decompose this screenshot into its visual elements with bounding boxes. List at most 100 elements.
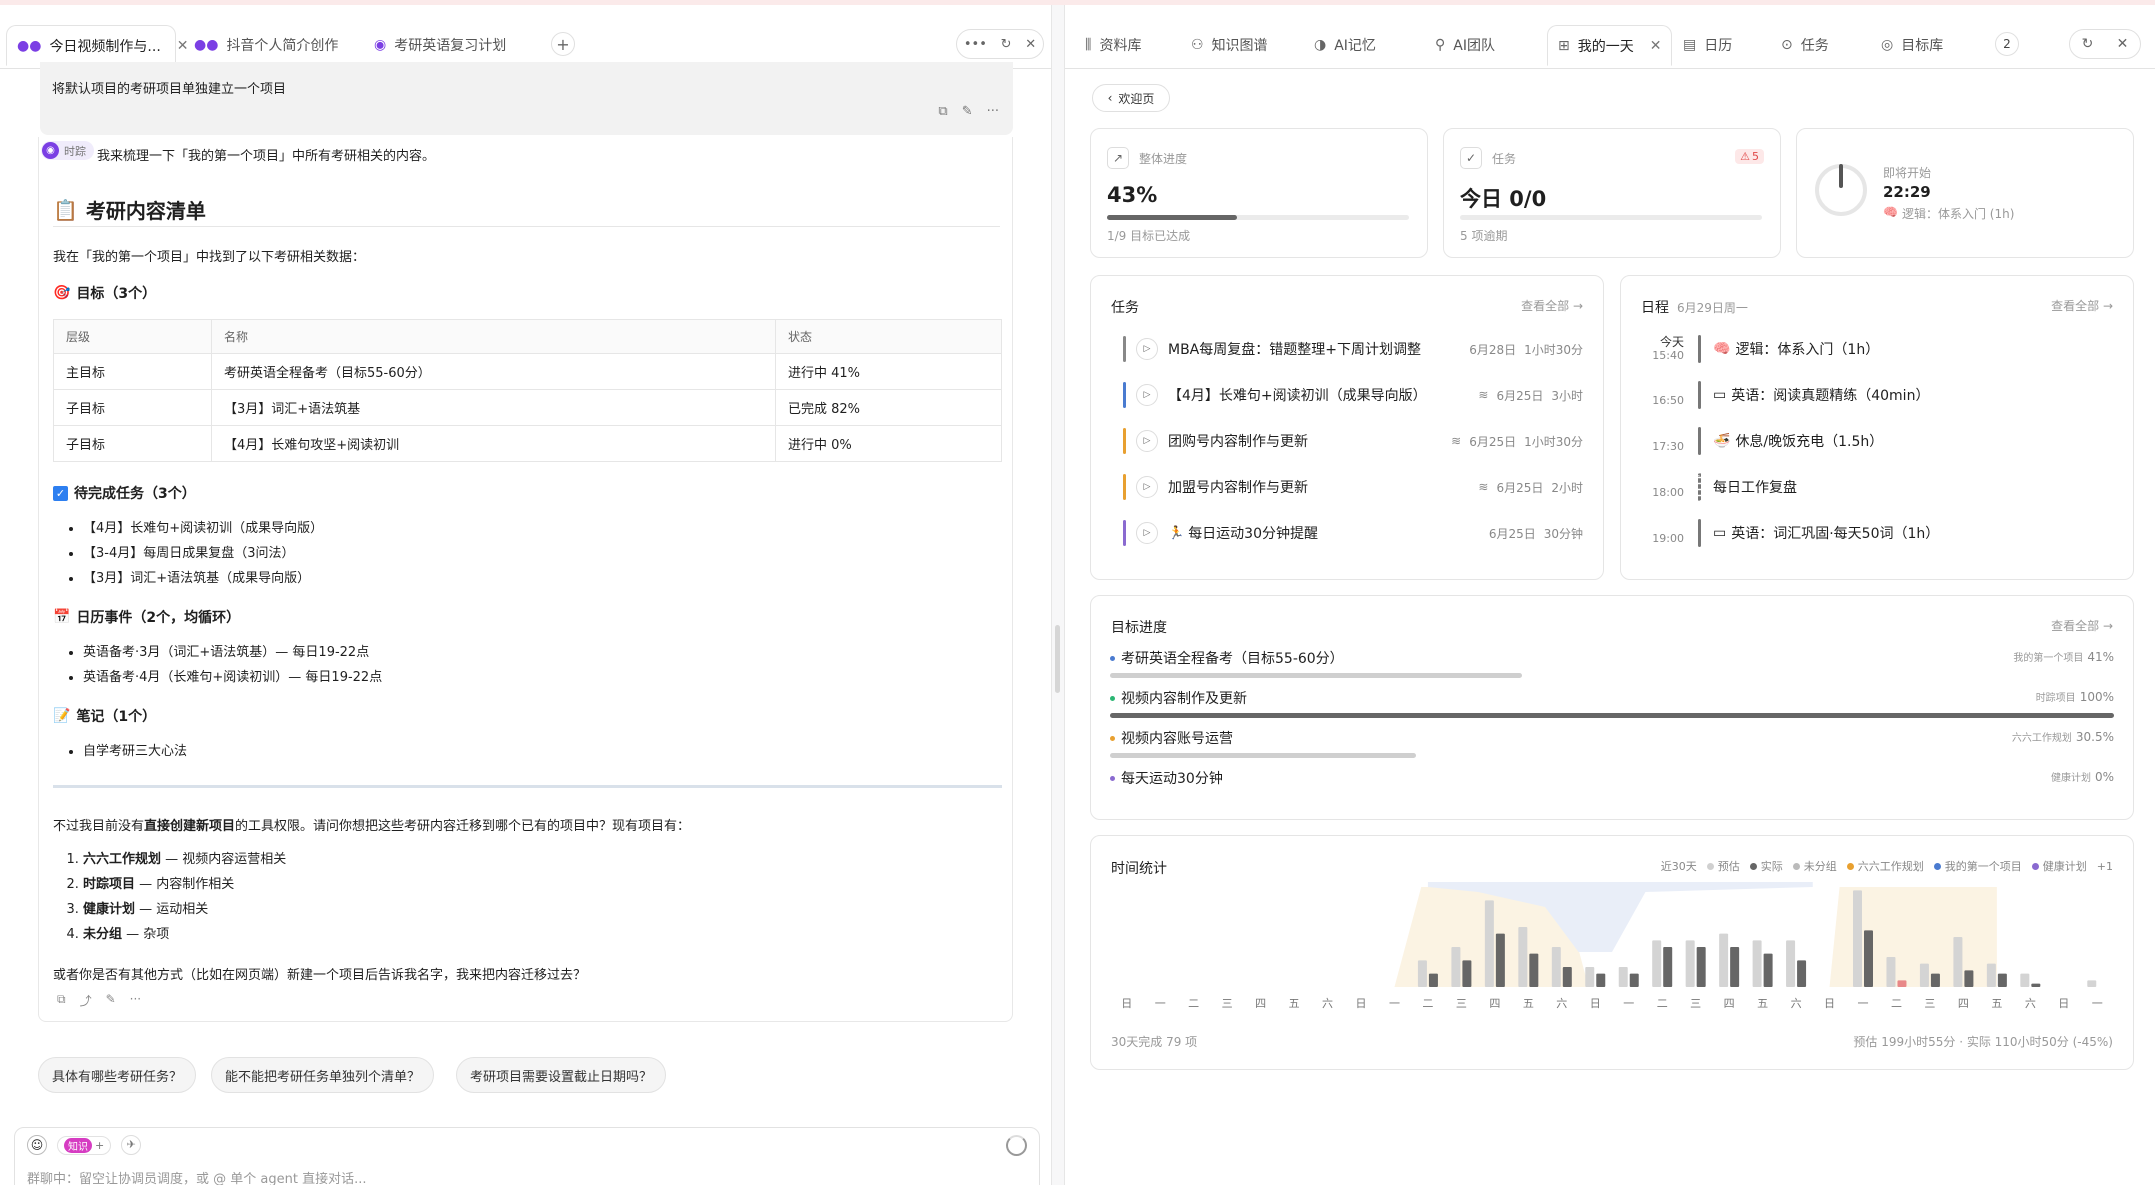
bar-estimate [1652, 940, 1662, 987]
view-all-link[interactable]: 查看全部 → [2051, 617, 2113, 634]
tab-chat-1[interactable]: ●● 今日视频制作与... ✕ [6, 25, 189, 66]
legend-item[interactable]: 未分组 [1792, 858, 1837, 874]
goal-bar [1110, 793, 2114, 798]
play-icon[interactable]: ▷ [1136, 384, 1158, 406]
back-button[interactable]: ‹ 欢迎页 [1092, 84, 1170, 112]
goal-percent: 100% [2079, 690, 2114, 704]
goal-item[interactable]: 每天运动30分钟 健康计划 0% [1110, 768, 2114, 808]
goal-item[interactable]: 视频内容账号运营 六六工作规划 30.5% [1110, 728, 2114, 768]
legend-item[interactable]: 预估 [1706, 858, 1740, 874]
legend-item[interactable]: +1 [2097, 860, 2113, 873]
bar-estimate [1417, 960, 1427, 987]
agent-tag[interactable]: 知识 + [57, 1135, 112, 1155]
refresh-icon[interactable]: ↻ [2082, 36, 2094, 52]
view-all-link[interactable]: 查看全部 → [2051, 297, 2113, 314]
close-icon[interactable]: ✕ [1650, 38, 1662, 54]
list-item: 时踪项目 — 内容制作相关 [83, 872, 286, 897]
close-icon[interactable]: ✕ [2117, 36, 2129, 52]
play-icon[interactable]: ▷ [1136, 522, 1158, 544]
play-icon[interactable]: ▷ [1136, 430, 1158, 452]
goal-fill [1110, 673, 1522, 678]
tab-library[interactable]: ⫼ 资料库 [1075, 25, 1151, 65]
list-item: 英语备考·3月（词汇+语法筑基）— 每日19-22点 [83, 640, 382, 665]
x-tick-label: 六 [1791, 997, 1802, 1010]
chat-input[interactable]: 群聊中：留空让协调员调度，或 @ 单个 agent 直接对话... [27, 1168, 366, 1185]
schedule-item[interactable]: 16:50 ▭ 英语：阅读真题精练（40min） [1640, 377, 2110, 413]
event-time: 15:40 [1652, 349, 1684, 362]
priority-bar [1123, 336, 1126, 362]
tab-ai-memory[interactable]: ◑ AI记忆 [1304, 25, 1386, 65]
schedule-item[interactable]: 18:00 每日工作复盘 [1640, 469, 2110, 505]
more-icon[interactable]: ••• [964, 37, 987, 52]
schedule-item[interactable]: 今天 15:40 🧠 逻辑：体系入门（1h） [1640, 331, 2110, 367]
task-name: 【4月】长难句+阅读初训（成果导向版） [1168, 388, 1427, 404]
schedule-item[interactable]: 17:30 🍜 休息/晚饭充电（1.5h） [1640, 423, 2110, 459]
tool-text: 不过我目前没有直接创建新项目的工具权限。请问你想把这些考研内容迁移到哪个已有的项… [53, 819, 691, 834]
legend-item[interactable]: 健康计划 [2031, 858, 2087, 874]
tab-label: 目标库 [1901, 38, 1944, 54]
bar-actual [1529, 953, 1539, 987]
card-label: 任务 [1492, 151, 1517, 166]
tab-chat-3[interactable]: ◉ 考研英语复习计划 [364, 25, 544, 65]
add-tab-button[interactable]: + [551, 32, 575, 56]
more-icon[interactable]: ··· [987, 104, 999, 119]
suggestion-chip[interactable]: 考研项目需要设置截止日期吗？ [456, 1057, 667, 1093]
view-all-link[interactable]: 查看全部 → [1521, 297, 1583, 314]
upcoming-card[interactable]: 即将开始 22:29 🧠 逻辑：体系入门 (1h) [1796, 128, 2134, 258]
play-icon[interactable]: ▷ [1136, 338, 1158, 360]
notes-title: 笔记（1个） [76, 709, 157, 725]
bar-actual [1462, 960, 1472, 987]
copy-icon[interactable]: ⧉ [938, 104, 947, 119]
cell: 考研英语全程备考（目标55-60分） [211, 353, 776, 390]
x-tick-label: 五 [1757, 997, 1768, 1010]
progress-card[interactable]: ↗ 整体进度 43% 1/9 目标已达成 [1090, 128, 1428, 258]
legend-item[interactable]: 实际 [1749, 858, 1783, 874]
back-label: 欢迎页 [1118, 91, 1155, 106]
task-item[interactable]: ▷ 团购号内容制作与更新 ≋ 6月25日 1小时30分 [1123, 423, 1583, 459]
goal-item[interactable]: 考研英语全程备考（目标55-60分） 我的第一个项目 41% [1110, 648, 2114, 688]
edit-icon[interactable]: ✎ [962, 104, 973, 119]
tab-knowledge-graph[interactable]: ⚇ 知识图谱 [1181, 25, 1278, 65]
bar-actual [1663, 947, 1673, 987]
legend-item[interactable]: 我的第一个项目 [1933, 858, 2022, 874]
legend-item[interactable]: 近30天 [1661, 858, 1697, 874]
copy-icon[interactable]: ⧉ [57, 992, 66, 1009]
share-icon[interactable]: ⤴ [80, 992, 92, 1009]
edit-icon[interactable]: ✎ [106, 992, 116, 1009]
avatar[interactable]: ☺ [27, 1135, 47, 1155]
bar-estimate [1786, 940, 1796, 987]
time-bar [1698, 381, 1701, 409]
suggestion-chip[interactable]: 能不能把考研任务单独列个清单？ [211, 1057, 435, 1093]
close-icon[interactable]: ✕ [1025, 37, 1036, 52]
play-icon[interactable]: ▷ [1136, 476, 1158, 498]
task-item[interactable]: ▷ 🏃 每日运动30分钟提醒 6月25日 30分钟 [1123, 515, 1583, 551]
plus-icon: + [95, 1138, 105, 1152]
refresh-icon[interactable]: ↻ [1001, 37, 1012, 52]
tab-my-day[interactable]: ⊞ 我的一天 ✕ [1547, 25, 1672, 66]
tab-ai-team[interactable]: ⚲ AI团队 [1425, 25, 1505, 65]
task-item[interactable]: ▷ 【4月】长难句+阅读初训（成果导向版） ≋ 6月25日 3小时 [1123, 377, 1583, 413]
rocket-icon[interactable]: ✈ [121, 1135, 142, 1155]
task-item[interactable]: ▷ MBA每周复盘：错题整理+下周计划调整 6月28日 1小时30分 [1123, 331, 1583, 367]
chip-label: 能不能把考研任务单独列个清单？ [225, 1069, 421, 1085]
goal-dot [1110, 735, 1115, 741]
x-tick-label: 五 [1523, 997, 1534, 1010]
chip-label: 具体有哪些考研任务？ [52, 1069, 183, 1085]
task-item[interactable]: ▷ 加盟号内容制作与更新 ≋ 6月25日 2小时 [1123, 469, 1583, 505]
tab-tasks[interactable]: ⊙ 任务 [1771, 25, 1839, 65]
suggestion-chip[interactable]: 具体有哪些考研任务？ [38, 1057, 197, 1093]
tab-chat-2[interactable]: ●● 抖音个人简介创作 [184, 25, 364, 65]
legend-item[interactable]: 六六工作规划 [1846, 858, 1924, 874]
target-icon: ◎ [1881, 37, 1894, 53]
tab-goals[interactable]: ◎ 目标库 [1871, 25, 1953, 65]
pane-splitter[interactable] [1055, 625, 1060, 693]
schedule-item[interactable]: 19:00 ▭ 英语：词汇巩固·每天50词（1h） [1640, 515, 2110, 551]
event-name: 每日工作复盘 [1713, 480, 1797, 496]
more-icon[interactable]: ··· [130, 992, 141, 1009]
checkbox-icon: ✓ [53, 485, 68, 501]
tab-calendar[interactable]: ▤ 日历 [1673, 25, 1742, 65]
task-card[interactable]: ✓ 任务 ⚠ 5 今日 0/0 5 项逾期 [1443, 128, 1781, 258]
badge-count: 5 [1752, 150, 1759, 163]
goal-item[interactable]: 视频内容制作及更新 时踪项目 100% [1110, 688, 2114, 728]
tab-count-badge[interactable]: 2 [1995, 32, 2019, 56]
